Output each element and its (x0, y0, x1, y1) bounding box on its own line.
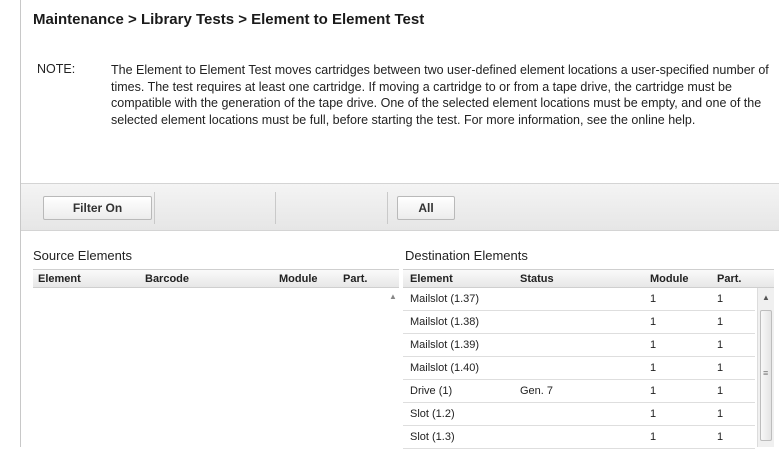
toolbar-separator (387, 192, 388, 224)
row-part: 1 (717, 362, 724, 374)
all-button[interactable]: All (397, 196, 455, 220)
row-element: Slot (1.2) (410, 408, 455, 420)
dest-col-status[interactable]: Status (520, 273, 554, 285)
scrollbar-thumb[interactable]: ≡ (760, 310, 772, 441)
row-module: 1 (650, 316, 657, 328)
table-row[interactable]: Mailslot (1.40) 1 1 (403, 357, 755, 380)
table-row[interactable]: Mailslot (1.37) 1 1 (403, 288, 755, 311)
table-row[interactable]: Slot (1.3) 1 1 (403, 426, 755, 449)
row-module: 1 (650, 385, 657, 397)
dest-col-module[interactable]: Module (650, 273, 689, 285)
row-element: Mailslot (1.40) (410, 362, 480, 374)
row-part: 1 (717, 385, 724, 397)
dest-col-part[interactable]: Part. (717, 273, 741, 285)
table-row[interactable]: Slot (1.2) 1 1 (403, 403, 755, 426)
row-module: 1 (650, 362, 657, 374)
destination-scrollbar[interactable]: ▲ ≡ (757, 288, 774, 447)
source-col-module[interactable]: Module (279, 273, 318, 285)
destination-table-header: Element Status Module Part. (403, 269, 774, 288)
row-element: Mailslot (1.37) (410, 293, 480, 305)
row-part: 1 (717, 293, 724, 305)
scroll-up-icon[interactable]: ▲ (762, 293, 770, 302)
filter-on-button[interactable]: Filter On (43, 196, 152, 220)
row-part: 1 (717, 431, 724, 443)
row-part: 1 (717, 339, 724, 351)
source-table-body[interactable] (33, 288, 399, 447)
row-module: 1 (650, 293, 657, 305)
source-col-part[interactable]: Part. (343, 273, 367, 285)
row-module: 1 (650, 431, 657, 443)
note-text: The Element to Element Test moves cartri… (111, 63, 769, 127)
source-elements-title: Source Elements (33, 248, 132, 263)
source-table-header: Element Barcode Module Part. (33, 269, 399, 288)
row-part: 1 (717, 316, 724, 328)
toolbar-separator (154, 192, 155, 224)
scroll-up-icon[interactable]: ▲ (389, 292, 397, 301)
row-part: 1 (717, 408, 724, 420)
destination-elements-title: Destination Elements (405, 248, 528, 263)
row-element: Mailslot (1.38) (410, 316, 480, 328)
note-label: NOTE: (37, 62, 76, 76)
dest-col-element[interactable]: Element (410, 273, 453, 285)
source-col-element[interactable]: Element (38, 273, 81, 285)
table-row[interactable]: Mailslot (1.38) 1 1 (403, 311, 755, 334)
page-title: Maintenance > Library Tests > Element to… (33, 11, 425, 28)
row-element: Slot (1.3) (410, 431, 455, 443)
filter-toolbar: Filter On All (21, 183, 779, 231)
row-module: 1 (650, 408, 657, 420)
row-element: Drive (1) (410, 385, 453, 397)
row-module: 1 (650, 339, 657, 351)
table-row[interactable]: Mailslot (1.39) 1 1 (403, 334, 755, 357)
table-row[interactable]: Drive (1) Gen. 7 1 1 (403, 380, 755, 403)
toolbar-separator (275, 192, 276, 224)
row-status: Gen. 7 (520, 385, 554, 397)
row-element: Mailslot (1.39) (410, 339, 480, 351)
grip-icon: ≡ (763, 368, 769, 378)
source-col-barcode[interactable]: Barcode (145, 273, 189, 285)
